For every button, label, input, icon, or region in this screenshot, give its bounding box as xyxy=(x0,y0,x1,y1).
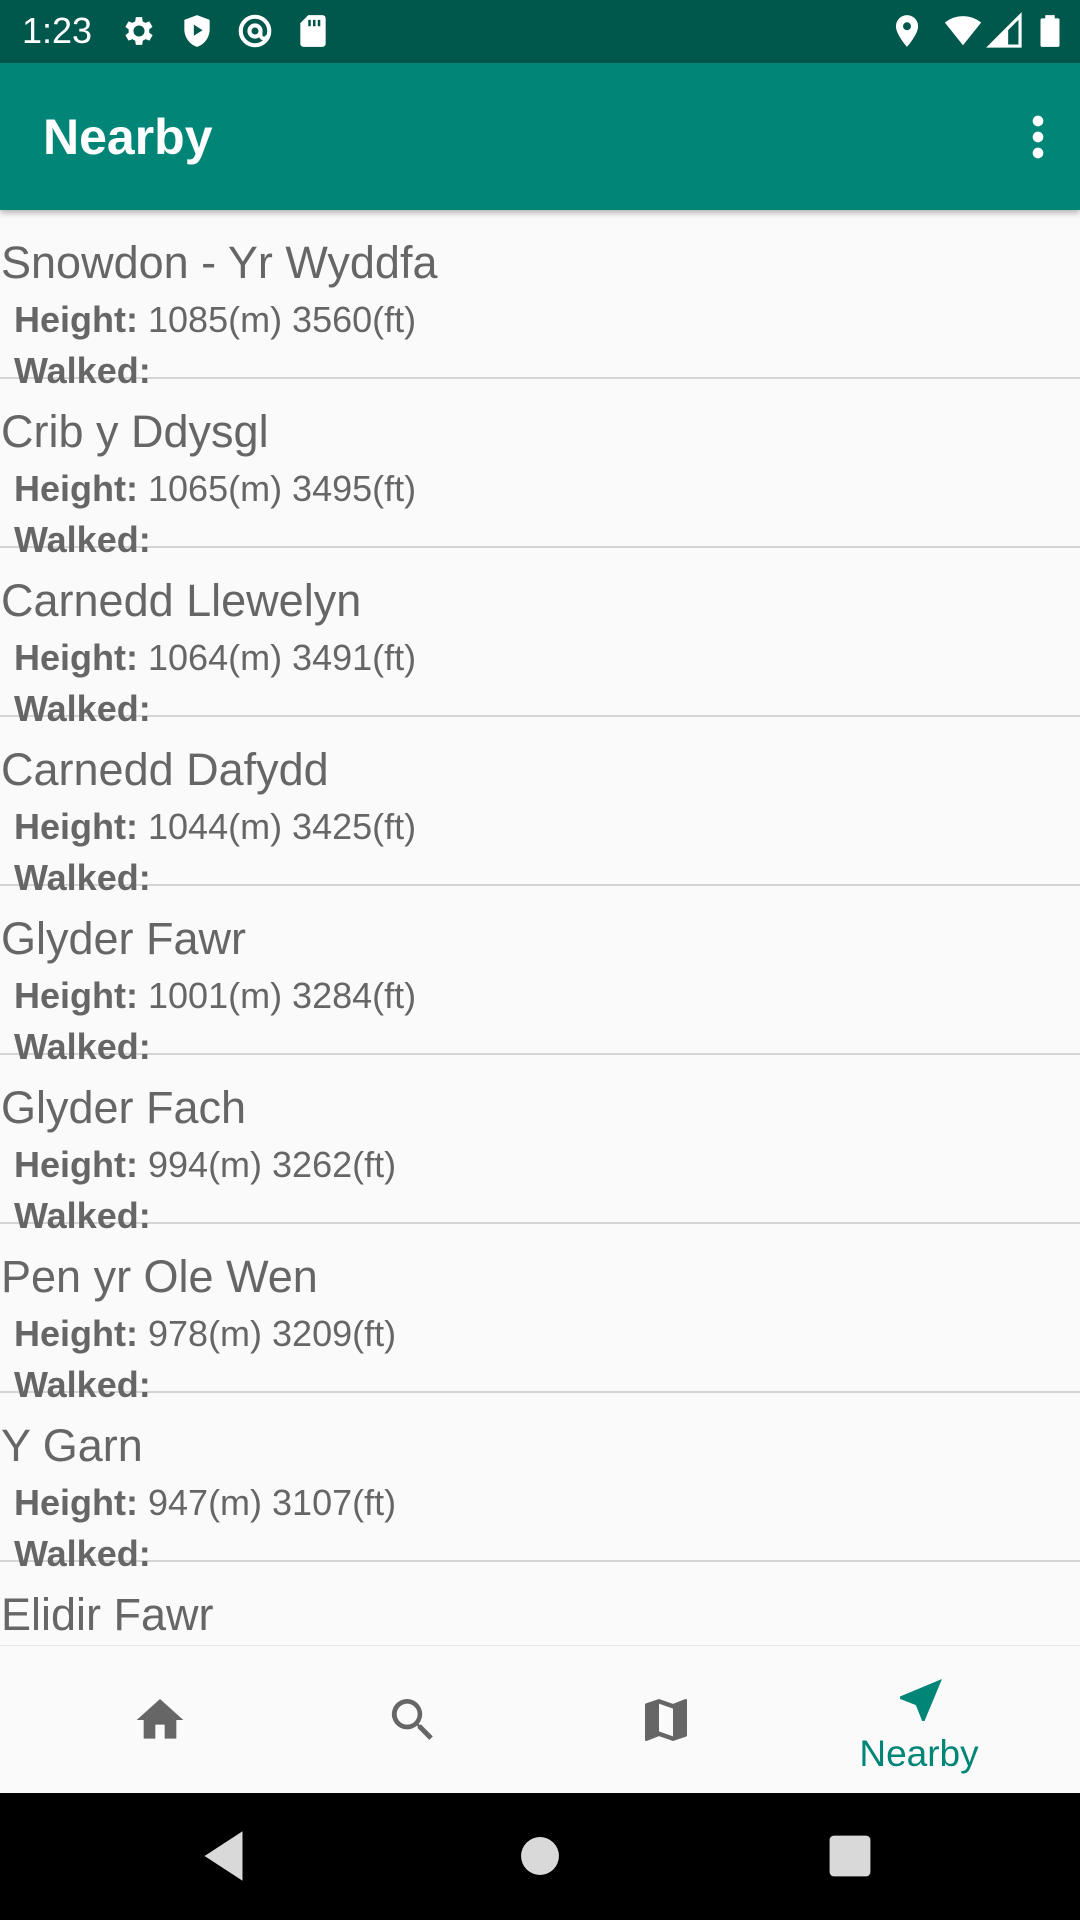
gear-icon xyxy=(120,12,158,50)
navigation-icon xyxy=(893,1672,949,1728)
height-label: Height: xyxy=(14,1482,138,1523)
list-item[interactable]: Glyder Fawr Height: 1001(m) 3284(ft) Wal… xyxy=(0,886,1080,1067)
height-label: Height: xyxy=(14,637,138,678)
list-item[interactable]: Crib y Ddysgl Height: 1065(m) 3495(ft) W… xyxy=(0,379,1080,560)
height-value: 1001(m) 3284(ft) xyxy=(148,975,417,1016)
sd-card-icon xyxy=(294,12,332,50)
at-sign-icon xyxy=(236,12,274,50)
height-label: Height: xyxy=(14,1144,138,1185)
signal-icon xyxy=(986,12,1024,50)
list-item[interactable]: Carnedd Llewelyn Height: 1064(m) 3491(ft… xyxy=(0,548,1080,729)
mountain-height: Height: 1085(m) 3560(ft) xyxy=(14,298,416,342)
nav-home-button[interactable] xyxy=(25,1646,295,1794)
height-label: Height: xyxy=(14,806,138,847)
nav-map-button[interactable] xyxy=(531,1646,801,1794)
home-button[interactable] xyxy=(505,1821,575,1891)
height-value: 978(m) 3209(ft) xyxy=(148,1313,397,1354)
back-icon xyxy=(204,1831,243,1881)
more-vert-icon xyxy=(1032,115,1044,159)
battery-icon xyxy=(1030,12,1070,50)
list-item[interactable]: Glyder Fach Height: 994(m) 3262(ft) Walk… xyxy=(0,1055,1080,1236)
status-time: 1:23 xyxy=(22,10,93,51)
height-value: 1064(m) 3491(ft) xyxy=(148,637,417,678)
app-bar: Nearby xyxy=(0,63,1080,210)
height-value: 1044(m) 3425(ft) xyxy=(148,806,417,847)
map-icon xyxy=(638,1692,694,1748)
mountain-name: Pen yr Ole Wen xyxy=(1,1251,318,1302)
mountain-name: Elidir Fawr xyxy=(1,1589,214,1640)
nav-nearby-button[interactable]: Nearby xyxy=(784,1646,1054,1794)
mountain-height: Height: 1064(m) 3491(ft) xyxy=(14,636,416,680)
height-label: Height: xyxy=(14,975,138,1016)
overflow-menu-button[interactable] xyxy=(1006,103,1070,171)
list-item[interactable]: Y Garn Height: 947(m) 3107(ft) Walked: xyxy=(0,1393,1080,1574)
home-icon xyxy=(132,1692,188,1748)
bottom-navigation: Nearby xyxy=(0,1645,1080,1794)
location-icon xyxy=(888,12,926,50)
list-item[interactable]: Elidir Fawr xyxy=(0,1562,1080,1645)
home-circle-icon xyxy=(521,1837,559,1875)
recents-button[interactable] xyxy=(815,1821,885,1891)
wifi-icon xyxy=(944,12,982,50)
status-bar: 1:23 xyxy=(0,0,1080,63)
mountain-name: Glyder Fach xyxy=(1,1082,247,1133)
mountain-name: Carnedd Llewelyn xyxy=(1,575,362,626)
list-item[interactable]: Snowdon - Yr Wyddfa Height: 1085(m) 3560… xyxy=(0,210,1080,391)
mountain-height: Height: 1065(m) 3495(ft) xyxy=(14,467,416,511)
list-item[interactable]: Carnedd Dafydd Height: 1044(m) 3425(ft) … xyxy=(0,717,1080,898)
nav-nearby-label: Nearby xyxy=(859,1733,979,1774)
mountain-height: Height: 1001(m) 3284(ft) xyxy=(14,974,416,1018)
mountain-height: Height: 947(m) 3107(ft) xyxy=(14,1481,396,1525)
height-label: Height: xyxy=(14,299,138,340)
mountain-height: Height: 978(m) 3209(ft) xyxy=(14,1312,396,1356)
system-navigation-bar xyxy=(0,1793,1080,1920)
nav-search-button[interactable] xyxy=(278,1646,548,1794)
mountain-name: Y Garn xyxy=(1,1420,143,1471)
search-icon xyxy=(385,1692,441,1748)
height-value: 994(m) 3262(ft) xyxy=(148,1144,397,1185)
height-value: 1065(m) 3495(ft) xyxy=(148,468,417,509)
recents-icon xyxy=(829,1835,871,1877)
page-title: Nearby xyxy=(43,109,213,165)
list-item[interactable]: Pen yr Ole Wen Height: 978(m) 3209(ft) W… xyxy=(0,1224,1080,1405)
mountain-height: Height: 1044(m) 3425(ft) xyxy=(14,805,416,849)
height-value: 1085(m) 3560(ft) xyxy=(148,299,417,340)
mountain-name: Crib y Ddysgl xyxy=(1,406,269,457)
mountain-name: Snowdon - Yr Wyddfa xyxy=(1,237,438,288)
shield-play-icon xyxy=(178,12,216,50)
height-value: 947(m) 3107(ft) xyxy=(148,1482,397,1523)
mountain-name: Carnedd Dafydd xyxy=(1,744,329,795)
mountain-list[interactable]: Snowdon - Yr Wyddfa Height: 1085(m) 3560… xyxy=(0,210,1080,1645)
mountain-name: Glyder Fawr xyxy=(1,913,247,964)
height-label: Height: xyxy=(14,468,138,509)
mountain-height: Height: 994(m) 3262(ft) xyxy=(14,1143,396,1187)
height-label: Height: xyxy=(14,1313,138,1354)
back-button[interactable] xyxy=(190,1821,260,1891)
